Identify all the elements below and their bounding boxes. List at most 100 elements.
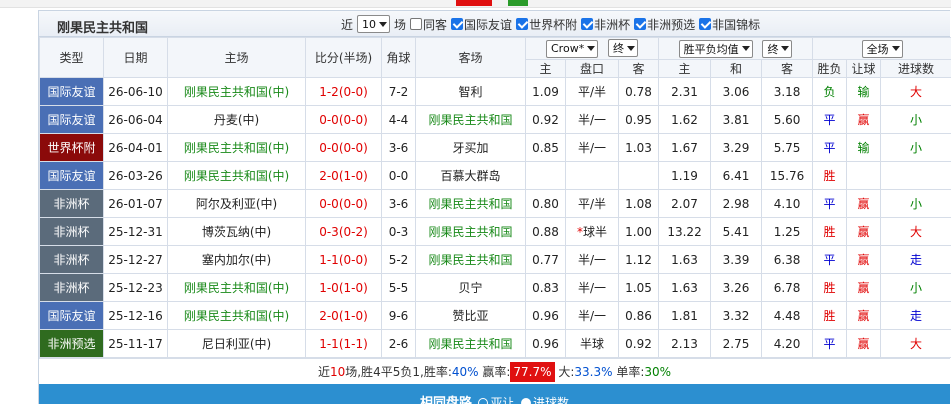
score-full: 0-0 [319,140,339,155]
home-team[interactable]: 刚果民主共和国(中) [167,161,306,190]
league-label-chan: 非国锦标 [712,17,761,32]
score-half: (0-0) [338,84,368,99]
same-venue-label: 同客 [423,17,448,32]
league-checkbox-friendly[interactable] [451,18,464,30]
bookmaker-select[interactable]: Crow* [546,39,599,58]
col-home: 主场 [167,37,306,78]
away-team[interactable]: 刚果民主共和国 [415,189,526,218]
handicap-mode-select[interactable]: 终 [608,39,639,58]
score-half: (0-0) [338,112,368,127]
league-badge[interactable]: 国际友谊 [39,301,104,330]
league-badge[interactable]: 非洲杯 [39,217,104,246]
chevron-down-icon [891,46,900,51]
filter-bar: 近 10 场 同客 国际友谊 世界杯附 非洲杯 非洲预选 非国锦标 [341,15,760,33]
period-select[interactable]: 全场 [861,39,903,58]
home-team[interactable]: 刚果民主共和国(中) [167,133,306,162]
table-row: 国际友谊 26-03-26 刚果民主共和国(中) 2-0(1-0) 0-0 百慕大群岛 1.… [39,161,951,190]
corner-cell: 0-3 [381,217,416,246]
away-team[interactable]: 刚果民主共和国 [415,329,526,358]
league-badge[interactable]: 非洲杯 [39,273,104,302]
result-cell: 负 [812,77,848,106]
away-team[interactable]: 百慕大群岛 [415,161,526,190]
match-count-select[interactable]: 10 [357,15,391,33]
table-row: 非洲杯 25-12-27 塞内加尔(中) 1-1(0-0) 5-2 刚果民主共和国 0.77… [39,245,951,274]
handicap-header: Crow* 终 [524,37,660,60]
hc-line: 半/一 [565,105,619,134]
league-checkbox-afcon-qualifier[interactable] [634,18,647,30]
table-row: 国际友谊 26-06-10 刚果民主共和国(中) 1-2(0-0) 7-2 智利 1.09 平… [39,77,951,106]
home-team[interactable]: 尼日利亚(中) [167,329,306,358]
hc-line-text: 球半 [582,225,607,239]
cover-cell: 输 [846,77,882,106]
hc-line: 平/半 [565,77,619,106]
league-badge[interactable]: 非洲预选 [39,329,104,358]
eu-away-odds: 5.75 [761,133,814,162]
score-cell: 1-1(1-1) [305,329,382,358]
away-team[interactable]: 刚果民主共和国 [415,245,526,274]
match-date: 26-06-10 [103,77,168,106]
score-full: 1-0 [319,280,339,295]
league-label-wc-qualifier: 世界杯附 [529,17,578,32]
eu-away-odds: 1.25 [761,217,814,246]
eu-home-odds: 1.19 [658,161,712,190]
league-badge[interactable]: 国际友谊 [39,161,104,190]
previous-badge-green [508,0,528,6]
col-score: 比分(半场) [305,37,382,78]
same-venue-checkbox[interactable] [410,18,423,30]
eu-draw-odds: 3.26 [710,273,763,302]
eu-home-odds: 1.62 [658,105,712,134]
period-value: 全场 [866,42,889,56]
summary-text: 场,胜 [345,365,374,379]
cover-cell: 赢 [846,301,882,330]
result-cell: 平 [812,133,848,162]
corner-cell: 7-2 [381,77,416,106]
league-badge[interactable]: 世界杯附 [39,133,104,162]
league-checkbox-chan[interactable] [699,18,712,30]
home-team[interactable]: 刚果民主共和国(中) [167,273,306,302]
match-date: 25-12-16 [103,301,168,330]
away-team[interactable]: 智利 [415,77,526,106]
home-team[interactable]: 塞内加尔(中) [167,245,306,274]
league-checkbox-wc-qualifier[interactable] [516,18,529,30]
hc-line: 半/一 [565,133,619,162]
league-badge[interactable]: 非洲杯 [39,245,104,274]
panel-header: 刚果民主共和国 近 10 场 同客 国际友谊 世界杯附 非洲杯 非洲预选 非国锦… [39,11,950,37]
league-badge[interactable]: 国际友谊 [39,77,104,106]
score-cell: 0-0(0-0) [305,105,382,134]
home-team[interactable]: 刚果民主共和国(中) [167,77,306,106]
away-team[interactable]: 刚果民主共和国 [415,105,526,134]
euro-odds-select[interactable]: 胜平负均值 [678,39,753,58]
radio-handicap[interactable] [478,398,489,404]
eu-home-odds: 1.63 [658,245,712,274]
away-team[interactable]: 赞比亚 [415,301,526,330]
hc-away-odds: 1.05 [617,273,660,302]
home-team[interactable]: 博茨瓦纳(中) [167,217,306,246]
hc-home-odds: 0.83 [525,273,566,302]
score-full: 0-0 [319,112,339,127]
league-badge[interactable]: 国际友谊 [39,105,104,134]
summary-text: 负 [400,365,413,379]
away-team[interactable]: 刚果民主共和国 [415,217,526,246]
home-team[interactable]: 丹麦(中) [167,105,306,134]
home-team[interactable]: 刚果民主共和国(中) [167,301,306,330]
away-team[interactable]: 贝宁 [415,273,526,302]
corner-cell: 2-6 [381,329,416,358]
radio-goals[interactable] [521,398,532,404]
col-type: 类型 [39,37,104,78]
match-count-value: 10 [362,17,377,31]
ou-cell: 大 [880,217,951,246]
home-team[interactable]: 阿尔及利亚(中) [167,189,306,218]
league-checkbox-afcon[interactable] [581,18,594,30]
league-badge[interactable]: 非洲杯 [39,189,104,218]
radio-handicap-label: 亚让 [490,396,515,404]
table-row: 非洲杯 26-01-07 阿尔及利亚(中) 0-0(0-0) 3-6 刚果民主共和国 0.8… [39,189,951,218]
euro-mode-select[interactable]: 终 [762,39,793,58]
eu-away-odds: 4.20 [761,329,814,358]
hc-line: 半/一 [565,273,619,302]
hc-home-odds: 0.88 [525,217,566,246]
col-ou: 进球数 [880,59,951,78]
score-cell: 1-2(0-0) [305,77,382,106]
hc-line: 平/半 [565,189,619,218]
hc-away-odds: 1.00 [617,217,660,246]
away-team[interactable]: 牙买加 [415,133,526,162]
